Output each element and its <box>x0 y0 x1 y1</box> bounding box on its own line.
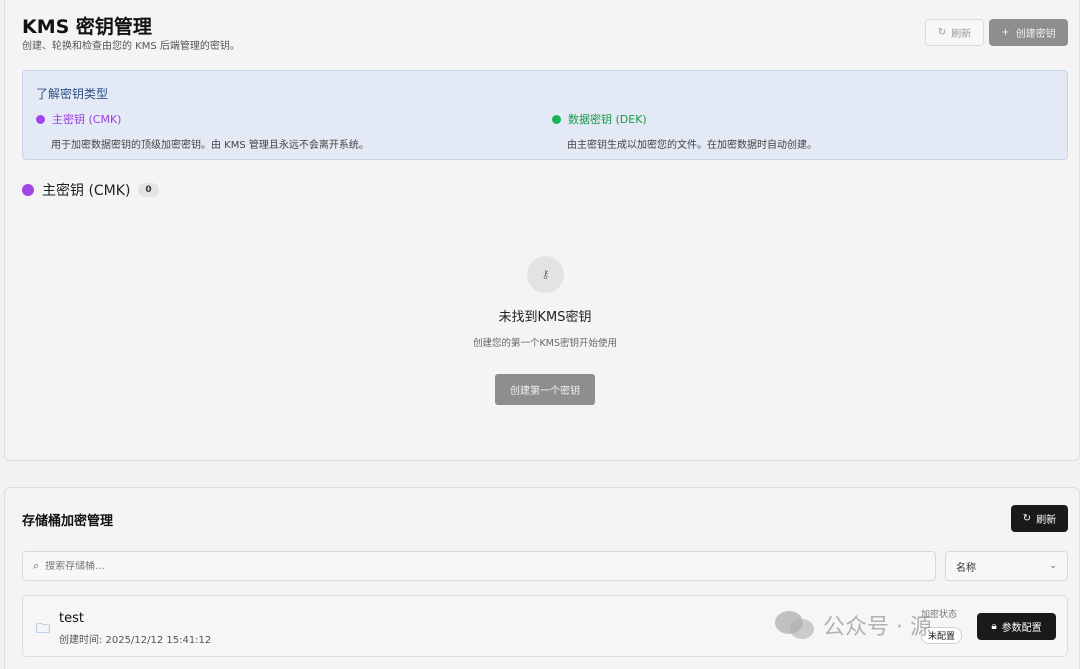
cmk-section-title: 主密钥 (CMK) <box>42 183 131 199</box>
refresh-button-label: 刷新 <box>951 29 972 40</box>
dek-info-label: 数据密钥 (DEK) <box>568 113 647 126</box>
key-icon: ⚷ <box>527 256 564 293</box>
bucket-refresh-button[interactable]: ↻ 刷新 <box>1011 505 1068 532</box>
refresh-button[interactable]: ↻ 刷新 <box>925 19 984 46</box>
encryption-status-label: 加密状态 <box>921 610 958 620</box>
page-subtitle: 创建、轮换和检查由您的 KMS 后端管理的密钥。 <box>22 41 240 52</box>
folder-icon: 🗀 <box>36 621 50 637</box>
create-key-button-label: 创建密钥 <box>1015 29 1056 40</box>
config-button-label: 参数配置 <box>1001 623 1042 634</box>
bucket-created-time: 创建时间: 2025/12/12 15:41:12 <box>59 635 212 646</box>
sort-select[interactable]: 名称 ⌄ <box>945 551 1068 581</box>
cmk-info: 主密钥 (CMK) 用于加密数据密钥的顶级加密密钥。由 KMS 管理且永远不会离… <box>36 111 369 151</box>
dek-dot-icon <box>552 114 561 124</box>
search-icon: ⌕ <box>33 559 40 572</box>
chevron-down-icon: ⌄ <box>1049 561 1057 571</box>
cmk-section-dot-icon <box>22 184 34 196</box>
bucket-search-field[interactable]: ⌕ <box>22 551 936 581</box>
key-types-info-box: 了解密钥类型 主密钥 (CMK) 用于加密数据密钥的顶级加密密钥。由 KMS 管… <box>22 70 1068 160</box>
bucket-name: test <box>59 611 84 626</box>
bucket-search-input[interactable] <box>45 560 906 572</box>
create-key-button[interactable]: + 创建密钥 <box>989 19 1068 46</box>
bucket-section-title: 存储桶加密管理 <box>22 514 114 529</box>
bucket-list-item[interactable]: 🗀 test 创建时间: 2025/12/12 15:41:12 加密状态 未配… <box>22 595 1068 657</box>
refresh-icon: ↻ <box>937 27 947 38</box>
empty-state-desc: 创建您的第一个KMS密钥开始使用 <box>473 338 617 349</box>
info-title: 了解密钥类型 <box>36 87 109 101</box>
sort-select-value: 名称 <box>956 562 976 574</box>
lock-icon: 🔒︎ <box>991 621 997 632</box>
cmk-dot-icon <box>36 114 45 124</box>
create-first-key-button[interactable]: 创建第一个密钥 <box>495 374 595 405</box>
page-title: KMS 密钥管理 <box>22 16 152 38</box>
cmk-count-badge: 0 <box>138 183 159 197</box>
bucket-refresh-label: 刷新 <box>1036 515 1057 526</box>
dek-info-desc: 由主密钥生成以加密您的文件。在加密数据时自动创建。 <box>567 140 817 151</box>
config-button[interactable]: 🔒︎ 参数配置 <box>977 613 1056 640</box>
encryption-status-badge: 未配置 <box>921 627 963 644</box>
cmk-section-header: 主密钥 (CMK) 0 <box>22 180 159 200</box>
cmk-info-desc: 用于加密数据密钥的顶级加密密钥。由 KMS 管理且永远不会离开系统。 <box>51 140 369 151</box>
dek-info: 数据密钥 (DEK) 由主密钥生成以加密您的文件。在加密数据时自动创建。 <box>552 111 817 151</box>
refresh-icon: ↻ <box>1022 513 1032 524</box>
empty-state-title: 未找到KMS密钥 <box>498 310 592 325</box>
cmk-info-label: 主密钥 (CMK) <box>52 113 122 126</box>
plus-icon: + <box>1001 27 1010 38</box>
